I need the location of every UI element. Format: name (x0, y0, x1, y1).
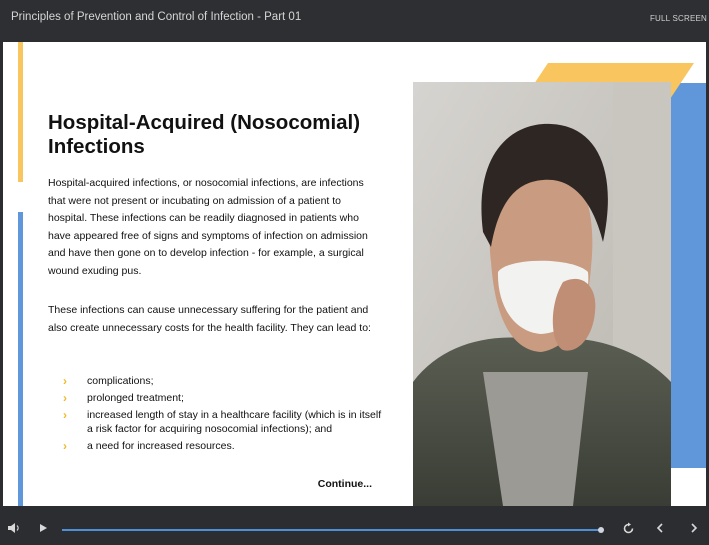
chevron-right-icon: › (63, 408, 67, 422)
paragraph-definition: Hospital-acquired infections, or nosocom… (48, 177, 368, 277)
volume-icon (8, 523, 19, 533)
course-title: Principles of Prevention and Control of … (11, 11, 302, 23)
decorative-blue-panel (671, 83, 706, 468)
masked-man-coughing-photo (413, 82, 671, 506)
chevron-right-icon: › (63, 374, 67, 388)
previous-button[interactable] (651, 519, 669, 537)
list-item: › a need for increased resources. (63, 438, 235, 453)
list-item: › prolonged treatment; (63, 391, 184, 405)
accent-bar-yellow (18, 42, 23, 182)
chevron-right-icon: › (63, 438, 67, 453)
list-item: › increased length of stay in a healthcar… (63, 408, 382, 435)
slide-content: Hospital-Acquired (Nosocomial) Infection… (3, 42, 706, 506)
player-controls (0, 510, 709, 545)
list-item: › complications; (63, 374, 154, 388)
play-icon (40, 524, 47, 532)
continue-link[interactable]: Continue... (318, 478, 372, 490)
replay-button[interactable] (619, 519, 637, 537)
slide-heading: Hospital-Acquired (Nosocomial) Infection… (48, 111, 378, 159)
heading-line-1: Hospital-Acquired (Nosocomial) (48, 111, 361, 134)
progress-fill (62, 529, 602, 531)
volume-button[interactable] (5, 519, 23, 537)
consequence-list: › complications; › prolonged treatment; › i… (63, 374, 383, 457)
top-bar: Principles of Prevention and Control of … (0, 0, 709, 40)
next-button[interactable] (685, 519, 703, 537)
heading-line-2: Infections (48, 135, 145, 158)
replay-icon (623, 522, 633, 533)
progress-handle[interactable] (598, 527, 605, 533)
play-button[interactable] (34, 519, 52, 537)
next-icon (691, 523, 698, 533)
previous-icon (656, 523, 663, 533)
fullscreen-button[interactable]: FULL SCREEN (650, 14, 707, 23)
paragraph-consequences: These infections can cause unnecessary s… (48, 304, 371, 334)
chevron-right-icon: › (63, 391, 67, 405)
progress-bar[interactable] (62, 527, 605, 533)
accent-bar-blue (18, 212, 23, 506)
